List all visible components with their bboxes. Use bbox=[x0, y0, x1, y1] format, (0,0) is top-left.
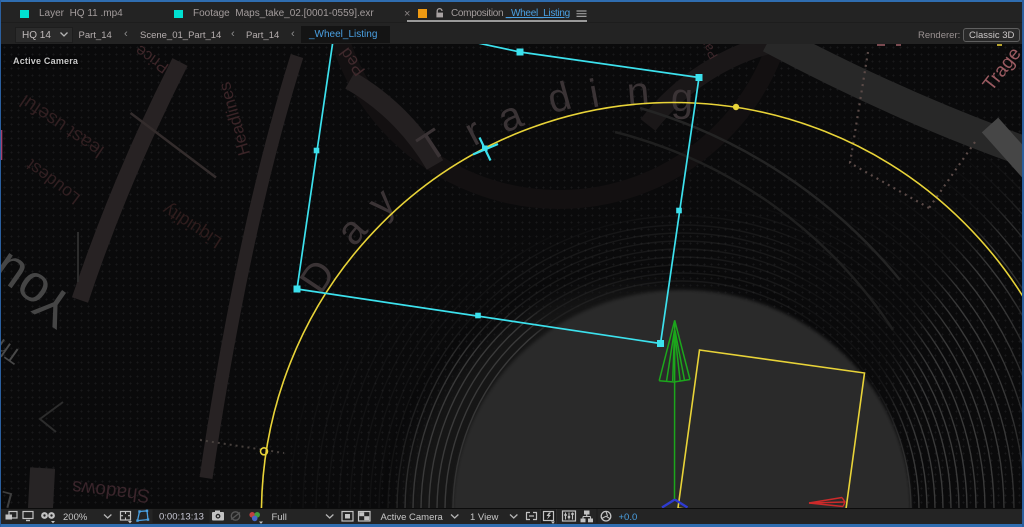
svg-text:You: You bbox=[1, 241, 85, 339]
svg-text:Trage: Trage bbox=[979, 44, 1022, 95]
svg-text:Loudest: Loudest bbox=[22, 155, 84, 209]
svg-text:0:00:13:13: 0:00:13:13 bbox=[159, 512, 204, 523]
svg-text:least useful: least useful bbox=[17, 90, 108, 161]
svg-text:y: y bbox=[359, 180, 404, 226]
svg-text:1 View: 1 View bbox=[470, 512, 498, 523]
svg-text:+0.0: +0.0 bbox=[619, 512, 638, 523]
svg-text:n: n bbox=[625, 69, 651, 115]
svg-text:a: a bbox=[492, 92, 530, 141]
svg-text:200%: 200% bbox=[63, 512, 88, 523]
svg-text:Price: Price bbox=[132, 44, 172, 76]
svg-text:Headlines: Headlines bbox=[215, 80, 254, 158]
svg-text:Liquidity: Liquidity bbox=[159, 200, 225, 253]
svg-text:Active Camera: Active Camera bbox=[381, 512, 444, 523]
svg-text:L: L bbox=[1, 486, 15, 508]
svg-text:g: g bbox=[670, 76, 693, 120]
svg-text:Shadows: Shadows bbox=[71, 476, 151, 506]
svg-text:Th: Th bbox=[1, 334, 26, 369]
svg-text:Full: Full bbox=[272, 512, 287, 523]
